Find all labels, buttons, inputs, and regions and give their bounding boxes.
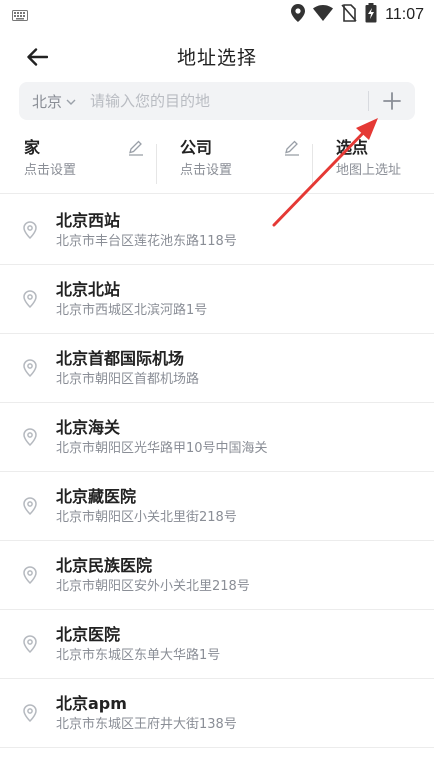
list-item[interactable]: 北京首都国际机场 北京市朝阳区首都机场路 xyxy=(0,334,434,403)
place-address: 北京市东城区王府井大街138号 xyxy=(56,716,237,732)
place-address: 北京市朝阳区安外小关北里218号 xyxy=(56,578,250,594)
location-pin-icon xyxy=(0,359,56,377)
place-address: 北京市西城区北滨河路1号 xyxy=(56,302,208,318)
add-button[interactable] xyxy=(369,82,415,120)
place-name: 北京民族医院 xyxy=(56,555,153,575)
wifi-icon xyxy=(313,5,334,25)
edit-home-icon[interactable] xyxy=(128,140,144,160)
destination-search-input[interactable] xyxy=(90,82,368,120)
location-pin-icon xyxy=(0,566,56,584)
back-button[interactable] xyxy=(22,42,52,72)
place-name: 北京apm xyxy=(56,693,127,713)
place-address: 北京市朝阳区首都机场路 xyxy=(56,371,200,387)
quick-item-map-pick[interactable]: 选点 地图上选址 xyxy=(312,138,434,193)
status-bar: 11:07 xyxy=(0,0,434,30)
place-name: 北京首都国际机场 xyxy=(56,348,185,368)
arrow-left-icon xyxy=(27,48,48,66)
quick-item-home[interactable]: 家 点击设置 xyxy=(0,138,156,193)
quick-title-map-pick: 选点 xyxy=(336,138,369,157)
location-pin-icon xyxy=(0,428,56,446)
list-item[interactable]: 北京西站 北京市丰台区莲花池东路118号 xyxy=(0,196,434,265)
place-address: 北京市朝阳区光华路甲10号中国海关 xyxy=(56,440,268,456)
place-name: 北京北站 xyxy=(56,279,121,299)
city-label: 北京 xyxy=(32,92,63,111)
quick-subtitle-company: 点击设置 xyxy=(180,163,233,178)
city-selector[interactable]: 北京 xyxy=(19,91,76,112)
place-address: 北京市丰台区莲花池东路118号 xyxy=(56,233,237,249)
status-time: 11:07 xyxy=(385,6,424,23)
location-icon xyxy=(291,4,306,26)
battery-charging-icon xyxy=(365,3,377,27)
plus-icon xyxy=(383,92,401,110)
no-sim-icon xyxy=(341,4,357,26)
place-name: 北京西站 xyxy=(56,210,121,230)
location-pin-icon xyxy=(0,221,56,239)
quick-subtitle-home: 点击设置 xyxy=(24,163,77,178)
page-title: 地址选择 xyxy=(176,46,257,69)
list-item[interactable]: 北京北站 北京市西城区北滨河路1号 xyxy=(0,265,434,334)
place-address: 北京市朝阳区小关北里街218号 xyxy=(56,509,237,525)
place-name: 北京海关 xyxy=(56,417,121,437)
list-item[interactable]: 北京藏医院 北京市朝阳区小关北里街218号 xyxy=(0,472,434,541)
edit-company-icon[interactable] xyxy=(284,140,300,160)
title-bar: 地址选择 xyxy=(0,30,434,82)
location-pin-icon xyxy=(0,290,56,308)
chevron-down-icon xyxy=(66,99,76,105)
quick-subtitle-map-pick: 地图上选址 xyxy=(336,163,402,178)
place-name: 北京藏医院 xyxy=(56,486,137,506)
list-item[interactable]: 北京海关 北京市朝阳区光华路甲10号中国海关 xyxy=(0,403,434,472)
place-name: 北京医院 xyxy=(56,624,121,644)
list-item[interactable]: 北京医院 北京市东城区东单大华路1号 xyxy=(0,610,434,679)
quick-item-company[interactable]: 公司 点击设置 xyxy=(156,138,312,193)
place-address: 北京市东城区东单大华路1号 xyxy=(56,647,221,663)
location-pin-icon xyxy=(0,635,56,653)
location-pin-icon xyxy=(0,497,56,515)
place-list: 北京西站 北京市丰台区莲花池东路118号 北京北站 北京市西城区北滨河路1号 北… xyxy=(0,196,434,748)
list-item[interactable]: 北京民族医院 北京市朝阳区安外小关北里218号 xyxy=(0,541,434,610)
location-pin-icon xyxy=(0,704,56,722)
search-bar: 北京 xyxy=(19,82,415,120)
keyboard-icon xyxy=(12,6,28,25)
quick-entries: 家 点击设置 公司 点击设置 选点 地图上选址 xyxy=(0,138,434,194)
list-item[interactable]: 北京apm 北京市东城区王府井大街138号 xyxy=(0,679,434,748)
